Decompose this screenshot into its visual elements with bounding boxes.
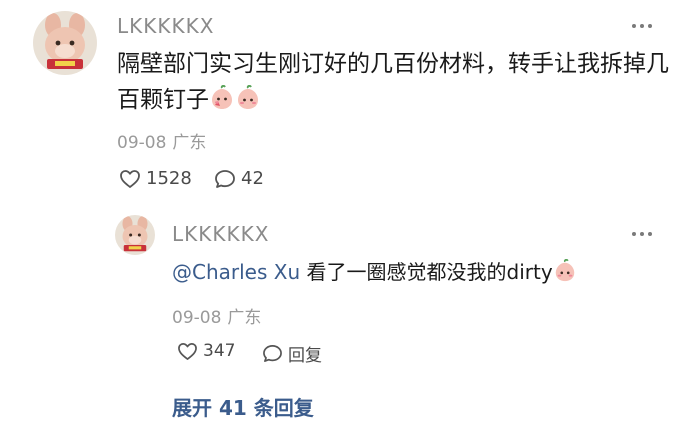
reply-text: @Charles Xu 看了一圈感觉都没我的dirty (172, 255, 672, 293)
heart-icon (119, 169, 141, 189)
peach-emoji-icon (209, 84, 235, 122)
reply-avatar[interactable] (115, 215, 155, 255)
reply-label: 回复 (288, 346, 322, 366)
reply-like-button[interactable]: 347 (177, 341, 235, 361)
expand-replies-link[interactable]: 展开 41 条回复 (172, 392, 314, 421)
mention-link[interactable]: @Charles Xu (172, 260, 300, 284)
more-dots-icon[interactable] (632, 232, 652, 236)
heart-icon (177, 342, 198, 361)
avatar[interactable] (33, 11, 97, 75)
comment-text: 隔壁部门实习生刚订好的几百份材料，转手让我拆掉几 百颗钉子 (117, 46, 677, 122)
comment-text-line2: 百颗钉子 (117, 82, 677, 122)
reply-location: 广东 (227, 308, 262, 328)
reply-meta: 09-08 广东 (172, 303, 261, 328)
speech-bubble-icon (214, 169, 236, 189)
reply-text-body: 看了一圈感觉都没我的dirty (300, 260, 553, 284)
like-count: 1528 (146, 168, 192, 189)
comment-meta: 09-08 广东 (117, 128, 206, 153)
reply-username[interactable]: LKKKKKX (172, 222, 269, 246)
comment-date: 09-08 (117, 133, 167, 153)
comment-button[interactable]: 42 (214, 168, 264, 189)
peach-emoji-icon (235, 84, 261, 122)
comment-text-line2-text: 百颗钉子 (117, 87, 209, 113)
reply-count: 42 (241, 168, 264, 189)
peach-emoji-icon (553, 258, 577, 293)
speech-bubble-icon (262, 344, 283, 363)
reply-date: 09-08 (172, 308, 222, 328)
comment-text-line1: 隔壁部门实习生刚订好的几百份材料，转手让我拆掉几 (117, 51, 669, 77)
comment-location: 广东 (172, 133, 207, 153)
like-button[interactable]: 1528 (119, 168, 192, 189)
reply-like-count: 347 (203, 341, 236, 361)
reply-button[interactable]: 回复 (262, 341, 322, 366)
more-dots-icon[interactable] (632, 24, 652, 28)
username[interactable]: LKKKKKX (117, 14, 214, 38)
